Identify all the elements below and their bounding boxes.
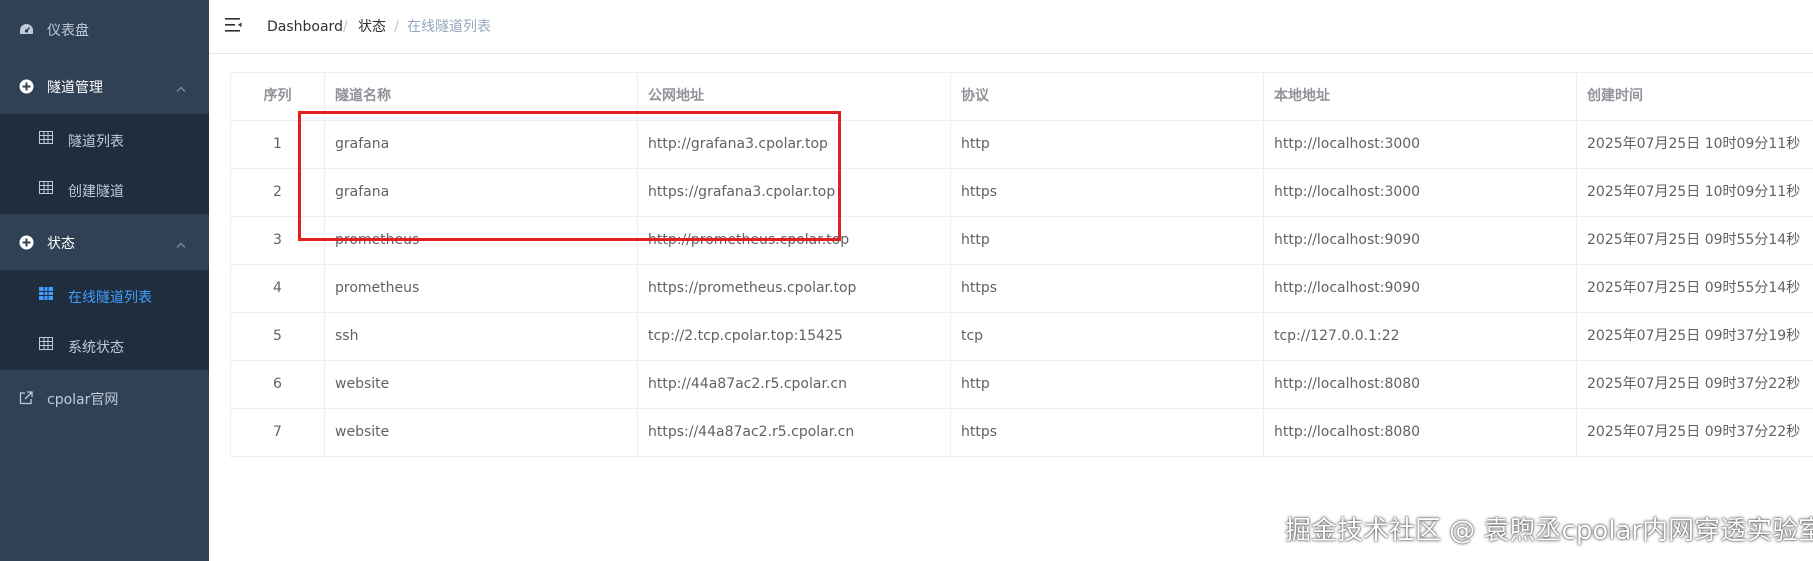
sidebar-label-tunnel-list: 隧道列表 <box>68 134 124 150</box>
cell-local-address: http://localhost:8080 <box>1264 361 1577 409</box>
cell-tunnel-name: website <box>325 409 638 457</box>
breadcrumb-separator: / <box>343 19 348 35</box>
cell-public-url: http://grafana3.cpolar.top <box>638 121 951 169</box>
breadcrumb-dashboard[interactable]: Dashboard <box>267 18 343 36</box>
cell-tunnel-name: grafana <box>325 169 638 217</box>
menu-label-dashboard: 仪表盘 <box>47 23 89 39</box>
cell-protocol: https <box>951 265 1264 313</box>
cell-public-url: https://prometheus.cpolar.top <box>638 265 951 313</box>
column-header-protocol: 协议 <box>951 73 1264 121</box>
table-icon <box>39 337 53 351</box>
table-icon <box>39 181 53 195</box>
sidebar-toggle-icon[interactable] <box>225 18 242 32</box>
cell-local-address: http://localhost:9090 <box>1264 217 1577 265</box>
submenu-tunnel-management: 隧道列表 创建隧道 <box>0 114 209 214</box>
cell-index: 3 <box>231 217 325 265</box>
column-header-public-url: 公网地址 <box>638 73 951 121</box>
cell-created-time: 2025年07月25日 09时55分14秒 <box>1587 280 1801 296</box>
table-row: 4 prometheus https://prometheus.cpolar.t… <box>231 265 1813 313</box>
submenu-status: 在线隧道列表 系统状态 <box>0 270 209 370</box>
cell-public-url: http://44a87ac2.r5.cpolar.cn <box>638 361 951 409</box>
cell-tunnel-name: grafana <box>325 121 638 169</box>
sidebar-label-create-tunnel: 创建隧道 <box>68 184 124 200</box>
sidebar-item-system-status[interactable]: 系统状态 <box>0 320 209 370</box>
table-header-row: 序列 隧道名称 公网地址 协议 本地地址 创建时间 <box>231 73 1813 121</box>
table-row: 5 ssh tcp://2.tcp.cpolar.top:15425 tcp t… <box>231 313 1813 361</box>
plus-circle-icon <box>18 78 34 94</box>
chevron-up-icon <box>176 80 186 92</box>
cell-tunnel-name: prometheus <box>325 217 638 265</box>
cell-protocol: http <box>951 361 1264 409</box>
menu-label-tunnel-management: 隧道管理 <box>47 80 103 96</box>
cell-protocol: http <box>951 217 1264 265</box>
external-link-icon <box>18 390 34 406</box>
cell-local-address: http://localhost:3000 <box>1264 169 1577 217</box>
cell-index: 6 <box>231 361 325 409</box>
chevron-up-icon <box>176 236 186 248</box>
column-header-created-time: 创建时间 <box>1587 88 1643 104</box>
menu-label-cpolar-site: cpolar官网 <box>47 392 119 408</box>
cell-public-url: http://prometheus.cpolar.top <box>638 217 951 265</box>
cell-protocol: https <box>951 169 1264 217</box>
cell-created-time: 2025年07月25日 10时09分11秒 <box>1587 184 1801 200</box>
table-row: 1 grafana http://grafana3.cpolar.top htt… <box>231 121 1813 169</box>
table-row: 6 website http://44a87ac2.r5.cpolar.cn h… <box>231 361 1813 409</box>
table-row: 3 prometheus http://prometheus.cpolar.to… <box>231 217 1813 265</box>
cell-index: 4 <box>231 265 325 313</box>
cell-created-time: 2025年07月25日 09时55分14秒 <box>1587 232 1801 248</box>
menu-item-cpolar-site[interactable]: cpolar官网 <box>0 370 209 426</box>
cell-protocol: http <box>951 121 1264 169</box>
cell-local-address: http://localhost:3000 <box>1264 121 1577 169</box>
dashboard-icon <box>18 21 34 37</box>
cell-public-url: https://grafana3.cpolar.top <box>638 169 951 217</box>
cell-tunnel-name: prometheus <box>325 265 638 313</box>
cell-created-time: 2025年07月25日 09时37分19秒 <box>1587 328 1801 344</box>
table-icon <box>39 131 53 145</box>
cell-local-address: http://localhost:9090 <box>1264 265 1577 313</box>
menu-label-status: 状态 <box>47 236 75 252</box>
table-row: 7 website https://44a87ac2.r5.cpolar.cn … <box>231 409 1813 457</box>
cell-public-url: tcp://2.tcp.cpolar.top:15425 <box>638 313 951 361</box>
cell-local-address: http://localhost:8080 <box>1264 409 1577 457</box>
menu-item-tunnel-management[interactable]: 隧道管理 <box>0 58 209 114</box>
plus-circle-icon <box>18 234 34 250</box>
sidebar: 仪表盘 隧道管理 隧道列表 创建隧道 状态 在线隧道列表 系统状态 cpolar… <box>0 0 209 561</box>
cell-index: 7 <box>231 409 325 457</box>
table-icon <box>39 287 53 301</box>
cell-local-address: tcp://127.0.0.1:22 <box>1264 313 1577 361</box>
column-header-index: 序列 <box>231 73 325 121</box>
menu-item-dashboard[interactable]: 仪表盘 <box>0 0 209 58</box>
breadcrumb-current: 在线隧道列表 <box>407 19 491 35</box>
cell-index: 1 <box>231 121 325 169</box>
sidebar-item-tunnel-list[interactable]: 隧道列表 <box>0 114 209 164</box>
breadcrumb-separator: / <box>394 19 399 35</box>
column-header-local-address: 本地地址 <box>1264 73 1577 121</box>
table-row: 2 grafana https://grafana3.cpolar.top ht… <box>231 169 1813 217</box>
watermark-text: 掘金技术社区 @ 袁煦丞cpolar内网穿透实验室 <box>1285 516 1813 546</box>
cell-created-time: 2025年07月25日 09时37分22秒 <box>1587 376 1801 392</box>
breadcrumb-status[interactable]: 状态 <box>358 18 386 36</box>
cell-public-url: https://44a87ac2.r5.cpolar.cn <box>638 409 951 457</box>
cell-index: 2 <box>231 169 325 217</box>
sidebar-label-system-status: 系统状态 <box>68 340 124 356</box>
column-header-tunnel-name: 隧道名称 <box>325 73 638 121</box>
cell-created-time: 2025年07月25日 09时37分22秒 <box>1587 424 1801 440</box>
online-tunnels-table: 序列 隧道名称 公网地址 协议 本地地址 创建时间 1 grafana http… <box>230 72 1813 457</box>
cell-protocol: tcp <box>951 313 1264 361</box>
cell-created-time: 2025年07月25日 10时09分11秒 <box>1587 136 1801 152</box>
cell-tunnel-name: website <box>325 361 638 409</box>
sidebar-item-online-tunnels[interactable]: 在线隧道列表 <box>0 270 209 320</box>
sidebar-label-online-tunnels: 在线隧道列表 <box>68 290 152 306</box>
top-navbar: Dashboard / 状态 / 在线隧道列表 <box>209 0 1813 54</box>
menu-item-status[interactable]: 状态 <box>0 214 209 270</box>
cell-protocol: https <box>951 409 1264 457</box>
cell-index: 5 <box>231 313 325 361</box>
cell-tunnel-name: ssh <box>325 313 638 361</box>
sidebar-item-create-tunnel[interactable]: 创建隧道 <box>0 164 209 214</box>
